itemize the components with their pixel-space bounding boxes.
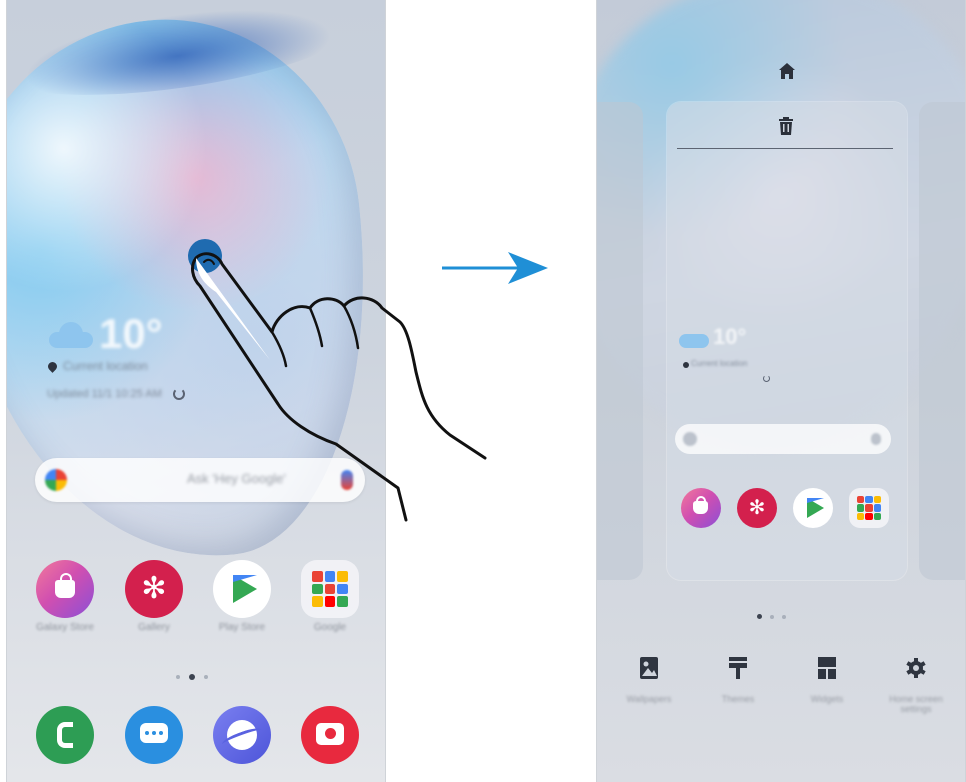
page-dot [782,614,786,619]
page-dot-active [189,674,195,680]
app-label: Play Store [218,622,266,633]
google-icon [45,469,67,491]
panel-divider [677,148,893,149]
folder-icon [857,496,881,520]
touch-point-indicator [188,239,222,273]
widgets-icon [818,657,836,679]
store-bag-icon [693,496,708,514]
app-label: Gallery [138,622,170,633]
app-label: Galaxy Store [36,622,94,633]
app-galaxy-store[interactable] [36,560,94,618]
app-folder-google[interactable] [301,560,359,618]
refresh-icon [763,375,770,382]
home-screen-settings-button[interactable]: Home screen settings [876,650,956,720]
app-play-store-preview [793,488,833,528]
browser-icon [227,720,257,750]
weather-widget[interactable]: 10° Current location Updated 11/1 10:25 … [45,310,265,410]
home-icon[interactable] [778,62,796,80]
page-dot [770,614,774,619]
cloud-icon [679,334,709,348]
play-store-icon [807,498,824,518]
phone-icon [57,722,73,748]
wallpapers-button[interactable]: Wallpapers [609,650,689,720]
play-store-icon [233,575,257,603]
next-page-preview[interactable] [919,102,965,580]
app-label: Google [313,622,347,633]
page-indicator [757,614,786,619]
home-screen: 10° Current location Updated 11/1 10:25 … [6,0,386,782]
mic-icon[interactable] [341,470,353,490]
widgets-button[interactable]: Widgets [787,650,867,720]
cloud-icon [45,322,95,348]
page-dot [176,675,180,679]
camera-icon [316,723,344,745]
themes-label: Themes [721,694,755,704]
edit-home-screen: 10° Current location ✻ Wallpapers Themes… [596,0,966,782]
wallpapers-label: Wallpapers [626,694,672,704]
weather-widget-preview: 10° Current location [679,324,789,394]
wallpapers-icon [640,657,658,679]
search-placeholder: Ask 'Hey Google' [187,471,286,486]
wallpaper-highlight [7,0,361,113]
store-bag-icon [55,573,75,598]
messages-icon [140,723,168,743]
dock-phone[interactable] [36,706,94,764]
flower-icon: ✻ [748,497,766,519]
app-play-store[interactable] [213,560,271,618]
weather-location: Current location [691,359,748,368]
trash-icon[interactable] [778,117,794,135]
settings-label: Home screen settings [889,694,943,714]
weather-updated: Updated 11/1 10:25 AM [47,388,162,400]
previous-page-preview[interactable] [597,102,643,580]
app-galaxy-store-preview [681,488,721,528]
dock-messages[interactable] [125,706,183,764]
weather-temperature: 10° [713,324,747,349]
google-search-bar[interactable]: Ask 'Hey Google' [35,458,365,502]
settings-gear-icon [906,658,926,678]
app-folder-preview [849,488,889,528]
themes-icon [729,657,747,679]
app-gallery[interactable]: ✻ [125,560,183,618]
search-bar-preview [675,424,891,454]
folder-icon [312,571,348,607]
page-dot-active [757,614,762,619]
weather-location: Current location [63,359,148,373]
themes-button[interactable]: Themes [698,650,778,720]
refresh-icon[interactable] [173,388,185,400]
weather-temperature: 10° [99,310,163,357]
dock-camera[interactable] [301,706,359,764]
location-pin-icon [46,360,59,373]
page-indicator [176,674,208,680]
flower-icon: ✻ [141,572,167,605]
widgets-label: Widgets [810,694,844,704]
location-pin-icon [683,362,689,368]
app-gallery-preview: ✻ [737,488,777,528]
page-dot [204,675,208,679]
dock-internet[interactable] [213,706,271,764]
transition-arrow-icon [442,252,548,284]
